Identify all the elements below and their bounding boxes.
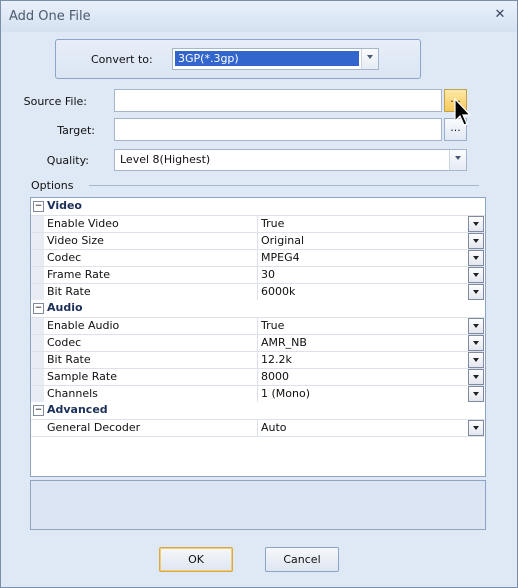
category-advanced[interactable]: − Advanced [31, 402, 485, 420]
target-label: Target: [57, 124, 95, 137]
column-divider [257, 317, 258, 334]
options-label: Options [31, 179, 74, 192]
category-video[interactable]: − Video [31, 198, 485, 216]
chevron-down-icon[interactable] [468, 284, 484, 300]
property-name: Video Size [47, 234, 104, 247]
window-title: Add One File [9, 9, 91, 24]
mouse-pointer-icon [454, 97, 472, 126]
convert-format-select[interactable]: 3GP(*.3gp) [172, 48, 379, 70]
property-row[interactable]: Video Size Original [31, 232, 485, 250]
property-row[interactable]: Enable Video True [31, 215, 485, 233]
column-divider [257, 283, 258, 300]
convert-label: Convert to: [91, 53, 153, 66]
property-row[interactable]: General Decoder Auto [31, 419, 485, 437]
property-value[interactable]: 8000 [261, 370, 289, 383]
close-icon[interactable]: ✕ [492, 6, 508, 24]
collapse-icon[interactable]: − [33, 405, 44, 416]
property-value[interactable]: 12.2k [261, 353, 292, 366]
property-value[interactable]: Auto [261, 421, 287, 434]
chevron-down-icon[interactable] [468, 369, 484, 385]
quality-select[interactable]: Level 8(Highest) [114, 149, 467, 171]
target-input[interactable] [114, 118, 442, 141]
property-name: Bit Rate [47, 285, 91, 298]
property-value[interactable]: AMR_NB [261, 336, 307, 349]
property-row[interactable]: Bit Rate 12.2k [31, 351, 485, 369]
property-name: Codec [47, 251, 82, 264]
property-value[interactable]: 6000k [261, 285, 295, 298]
column-divider [257, 419, 258, 436]
collapse-icon[interactable]: − [33, 303, 44, 314]
property-value[interactable]: 30 [261, 268, 275, 281]
property-row[interactable]: Enable Audio True [31, 317, 485, 335]
quality-label: Quality: [46, 154, 89, 167]
property-row[interactable]: Frame Rate 30 [31, 266, 485, 284]
title-bar: Add One File ✕ [1, 1, 517, 32]
quality-value: Level 8(Highest) [120, 153, 211, 166]
column-divider [257, 266, 258, 283]
column-divider [257, 385, 258, 402]
source-file-input[interactable] [114, 89, 442, 112]
property-row[interactable]: Bit Rate 6000k [31, 283, 485, 301]
category-label: Audio [47, 301, 83, 314]
source-file-label: Source File: [23, 95, 87, 108]
property-value[interactable]: Original [261, 234, 304, 247]
property-name: General Decoder [47, 421, 141, 434]
chevron-down-icon[interactable] [361, 49, 378, 69]
ok-button[interactable]: OK [159, 547, 233, 572]
property-value[interactable]: MPEG4 [261, 251, 300, 264]
property-row[interactable]: Channels 1 (Mono) [31, 385, 485, 403]
column-divider [257, 334, 258, 351]
category-label: Video [47, 199, 82, 212]
category-label: Advanced [47, 403, 108, 416]
column-divider [257, 232, 258, 249]
chevron-down-icon[interactable] [468, 216, 484, 232]
chevron-down-icon[interactable] [449, 150, 466, 170]
chevron-down-icon[interactable] [468, 267, 484, 283]
chevron-down-icon[interactable] [468, 352, 484, 368]
column-divider [257, 249, 258, 266]
collapse-icon[interactable]: − [33, 201, 44, 212]
property-name: Enable Video [47, 217, 119, 230]
chevron-down-icon[interactable] [468, 386, 484, 402]
column-divider [257, 368, 258, 385]
chevron-down-icon[interactable] [468, 250, 484, 266]
options-divider [89, 185, 479, 186]
description-panel [30, 480, 486, 530]
cancel-button[interactable]: Cancel [265, 547, 339, 572]
property-row[interactable]: Codec MPEG4 [31, 249, 485, 267]
chevron-down-icon[interactable] [468, 318, 484, 334]
chevron-down-icon[interactable] [468, 335, 484, 351]
convert-panel: Convert to: 3GP(*.3gp) [55, 39, 421, 79]
property-value[interactable]: True [261, 217, 284, 230]
convert-format-value: 3GP(*.3gp) [175, 51, 359, 66]
add-one-file-dialog: Add One File ✕ Convert to: 3GP(*.3gp) So… [0, 0, 518, 588]
property-name: Bit Rate [47, 353, 91, 366]
property-value[interactable]: 1 (Mono) [261, 387, 310, 400]
property-grid[interactable]: − Video Enable Video True Video Size Ori… [30, 197, 486, 477]
property-row[interactable]: Codec AMR_NB [31, 334, 485, 352]
property-name: Enable Audio [47, 319, 120, 332]
column-divider [257, 351, 258, 368]
category-audio[interactable]: − Audio [31, 300, 485, 318]
property-row[interactable]: Sample Rate 8000 [31, 368, 485, 386]
property-name: Codec [47, 336, 82, 349]
chevron-down-icon[interactable] [468, 233, 484, 249]
column-divider [257, 215, 258, 232]
property-name: Frame Rate [47, 268, 110, 281]
property-name: Channels [47, 387, 98, 400]
property-value[interactable]: True [261, 319, 284, 332]
chevron-down-icon[interactable] [468, 420, 484, 436]
property-name: Sample Rate [47, 370, 117, 383]
